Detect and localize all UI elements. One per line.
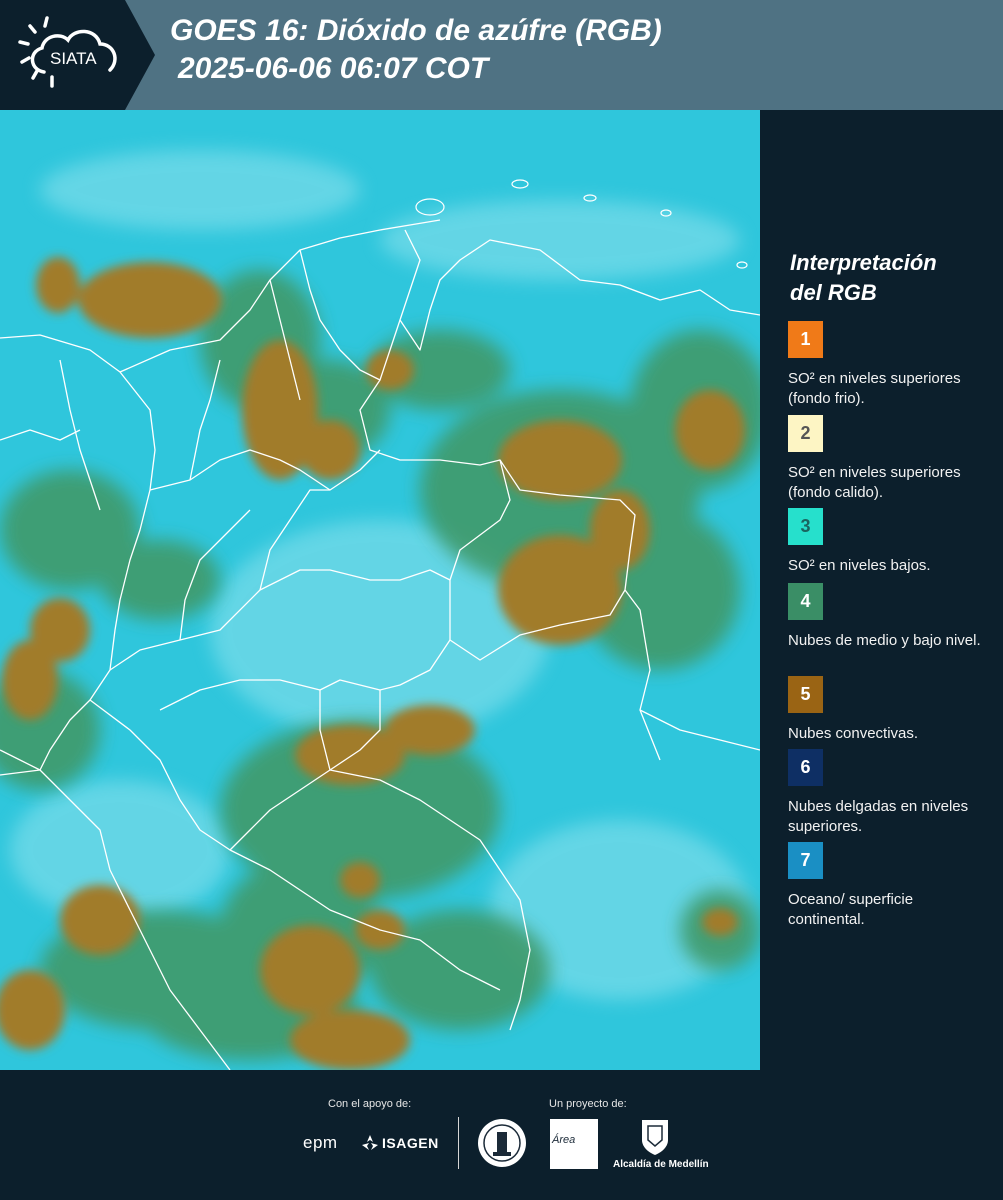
metropolitana-logo-text: Área	[552, 1134, 576, 1146]
legend-desc-3: SO² en niveles bajos.	[788, 557, 931, 574]
legend-desc-2: SO² en niveles superiores (fondo calido)…	[788, 464, 961, 501]
siata-logo: SIATA	[0, 0, 155, 110]
legend-number-1: 1	[800, 329, 811, 349]
legend-swatch-3: 3	[788, 508, 823, 545]
legend-swatch-2: 2	[788, 415, 823, 452]
isagen-logo-icon	[362, 1135, 378, 1150]
legend-title-line2: del RGB	[790, 280, 877, 305]
header-bar: SIATA GOES 16: Dióxido de azúfre (RGB) 2…	[0, 0, 1003, 110]
legend-title-line1: Interpretación	[790, 250, 937, 275]
legend-number-7: 7	[800, 850, 811, 870]
satellite-image	[0, 110, 760, 1070]
legend-desc-4: Nubes de medio y bajo nivel.	[788, 632, 981, 649]
legend-number-4: 4	[800, 591, 811, 611]
legend-item-1: 1 SO² en niveles superiores (fondo frio)…	[788, 321, 988, 409]
project-label: Un proyecto de:	[549, 1098, 627, 1110]
legend-item-4: 4 Nubes de medio y bajo nivel.	[788, 583, 988, 651]
legend-desc-6: Nubes delgadas en niveles superiores.	[788, 798, 969, 835]
legend-number-5: 5	[800, 684, 811, 704]
legend-item-2: 2 SO² en niveles superiores (fondo calid…	[788, 415, 988, 503]
legend-item-6: 6 Nubes delgadas en niveles superiores.	[788, 749, 988, 837]
siata-logo-icon: SIATA	[0, 0, 155, 110]
isagen-logo: ISAGEN	[382, 1135, 439, 1151]
satellite-map[interactable]	[0, 110, 760, 1070]
legend-desc-7: Oceano/ superficie continental.	[788, 891, 914, 928]
legend-number-2: 2	[800, 423, 811, 443]
legend-swatch-1: 1	[788, 321, 823, 358]
page-title: GOES 16: Dióxido de azúfre (RGB)	[170, 14, 662, 47]
page-timestamp: 2025-06-06 06:07 COT	[178, 52, 489, 85]
alcaldia-logo-text: Alcaldía de Medellín	[613, 1159, 709, 1170]
seal-icon	[478, 1119, 526, 1167]
legend-panel: Interpretación del RGB 1 SO² en niveles …	[760, 110, 1003, 1070]
legend-item-5: 5 Nubes convectivas.	[788, 676, 988, 744]
legend-number-6: 6	[800, 757, 811, 777]
legend-swatch-5: 5	[788, 676, 823, 713]
legend-swatch-4: 4	[788, 583, 823, 620]
legend-desc-1: SO² en niveles superiores (fondo frio).	[788, 370, 961, 407]
epm-logo: epm	[303, 1133, 338, 1152]
legend-title: Interpretación del RGB	[790, 248, 937, 308]
legend-swatch-7: 7	[788, 842, 823, 879]
legend-swatch-6: 6	[788, 749, 823, 786]
siata-logo-text: SIATA	[50, 49, 97, 68]
legend-number-3: 3	[800, 516, 811, 536]
legend-desc-5: Nubes convectivas.	[788, 725, 919, 742]
alcaldia-shield-icon	[642, 1120, 668, 1155]
legend-item-7: 7 Oceano/ superficie continental.	[788, 842, 988, 930]
footer-divider	[458, 1117, 459, 1169]
support-label: Con el apoyo de:	[328, 1098, 412, 1110]
legend-item-3: 3 SO² en niveles bajos.	[788, 508, 988, 576]
